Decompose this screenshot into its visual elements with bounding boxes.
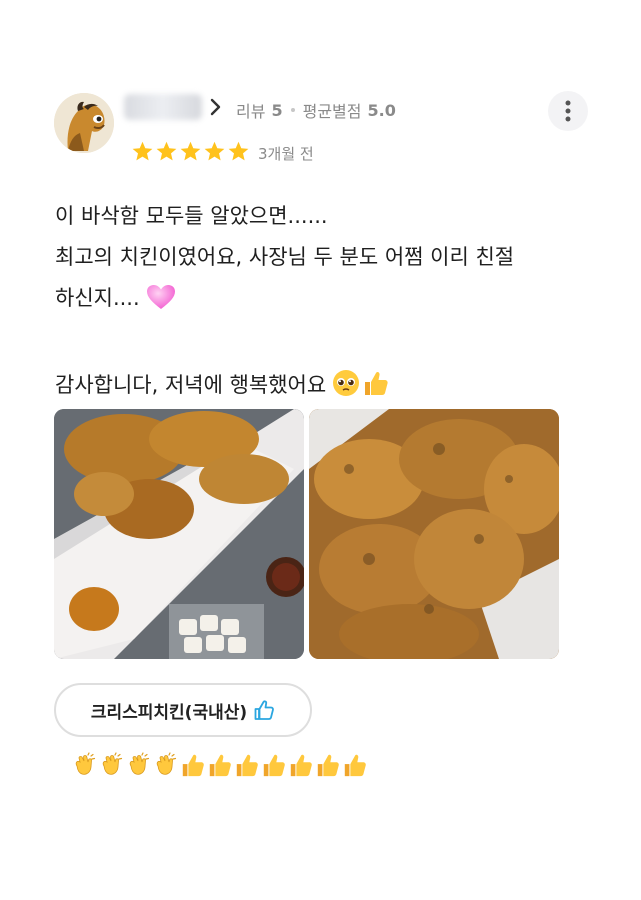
review-count: 5 (271, 100, 283, 120)
clap-icon (72, 752, 98, 778)
review-line-with-emoji: 하신지.... (55, 278, 615, 324)
reviewer-avatar[interactable] (54, 93, 114, 153)
star-icon (180, 141, 201, 161)
reviewer-meta: 리뷰 5 평균별점 5.0 (236, 98, 396, 122)
chevron-right-icon[interactable] (207, 97, 223, 117)
menu-tag-button[interactable]: 크리스피치킨(국내산) (54, 683, 312, 737)
review-line: 최고의 치킨이였어요, 사장님 두 분도 어쩜 이리 친절 (55, 245, 515, 269)
more-options-button[interactable] (548, 91, 588, 131)
reviewer-name-blurred[interactable] (124, 94, 202, 120)
star-icon (156, 141, 177, 161)
thumbs-up-icon (261, 752, 287, 778)
menu-tag-label: 크리스피치킨(국내산) (90, 702, 248, 723)
rating-stars (131, 140, 250, 163)
thumbs-up-icon (362, 369, 390, 411)
thumbs-up-icon (315, 752, 341, 778)
review-line: 하신지.... (55, 286, 140, 310)
avg-rating-label: 평균별점 (302, 102, 362, 121)
thumbs-up-icon (288, 752, 314, 778)
review-line: 감사합니다, 저녁에 행복했어요 (55, 373, 327, 397)
review-line: 이 바삭함 모두들 알았으면...... (55, 204, 328, 228)
review-count-label: 리뷰 (236, 102, 266, 121)
pleading-face-icon (332, 369, 360, 411)
review-photo-1[interactable] (54, 409, 304, 659)
avg-rating: 5.0 (367, 100, 396, 120)
clap-icon (153, 752, 179, 778)
review-photo-2[interactable] (309, 409, 559, 659)
pink-heart-icon (146, 283, 176, 324)
separator-dot (290, 108, 295, 112)
star-icon (132, 141, 153, 161)
clap-icon (99, 752, 125, 778)
thumbs-up-icon (207, 752, 233, 778)
thumbs-up-icon (234, 752, 260, 778)
review-body: 이 바삭함 모두들 알았으면...... 최고의 치킨이였어요, 사장님 두 분… (55, 196, 615, 411)
clap-icon (126, 752, 152, 778)
review-line-with-emoji: 감사합니다, 저녁에 행복했어요 (55, 365, 615, 411)
thumbs-up-icon (342, 752, 368, 778)
more-vertical-icon (565, 100, 571, 122)
emoji-row (72, 752, 369, 778)
thumbs-up-icon (180, 752, 206, 778)
star-icon (204, 141, 225, 161)
review-time: 3개월 전 (258, 145, 314, 163)
thumbs-up-outline-icon (254, 700, 275, 720)
star-icon (228, 141, 249, 161)
